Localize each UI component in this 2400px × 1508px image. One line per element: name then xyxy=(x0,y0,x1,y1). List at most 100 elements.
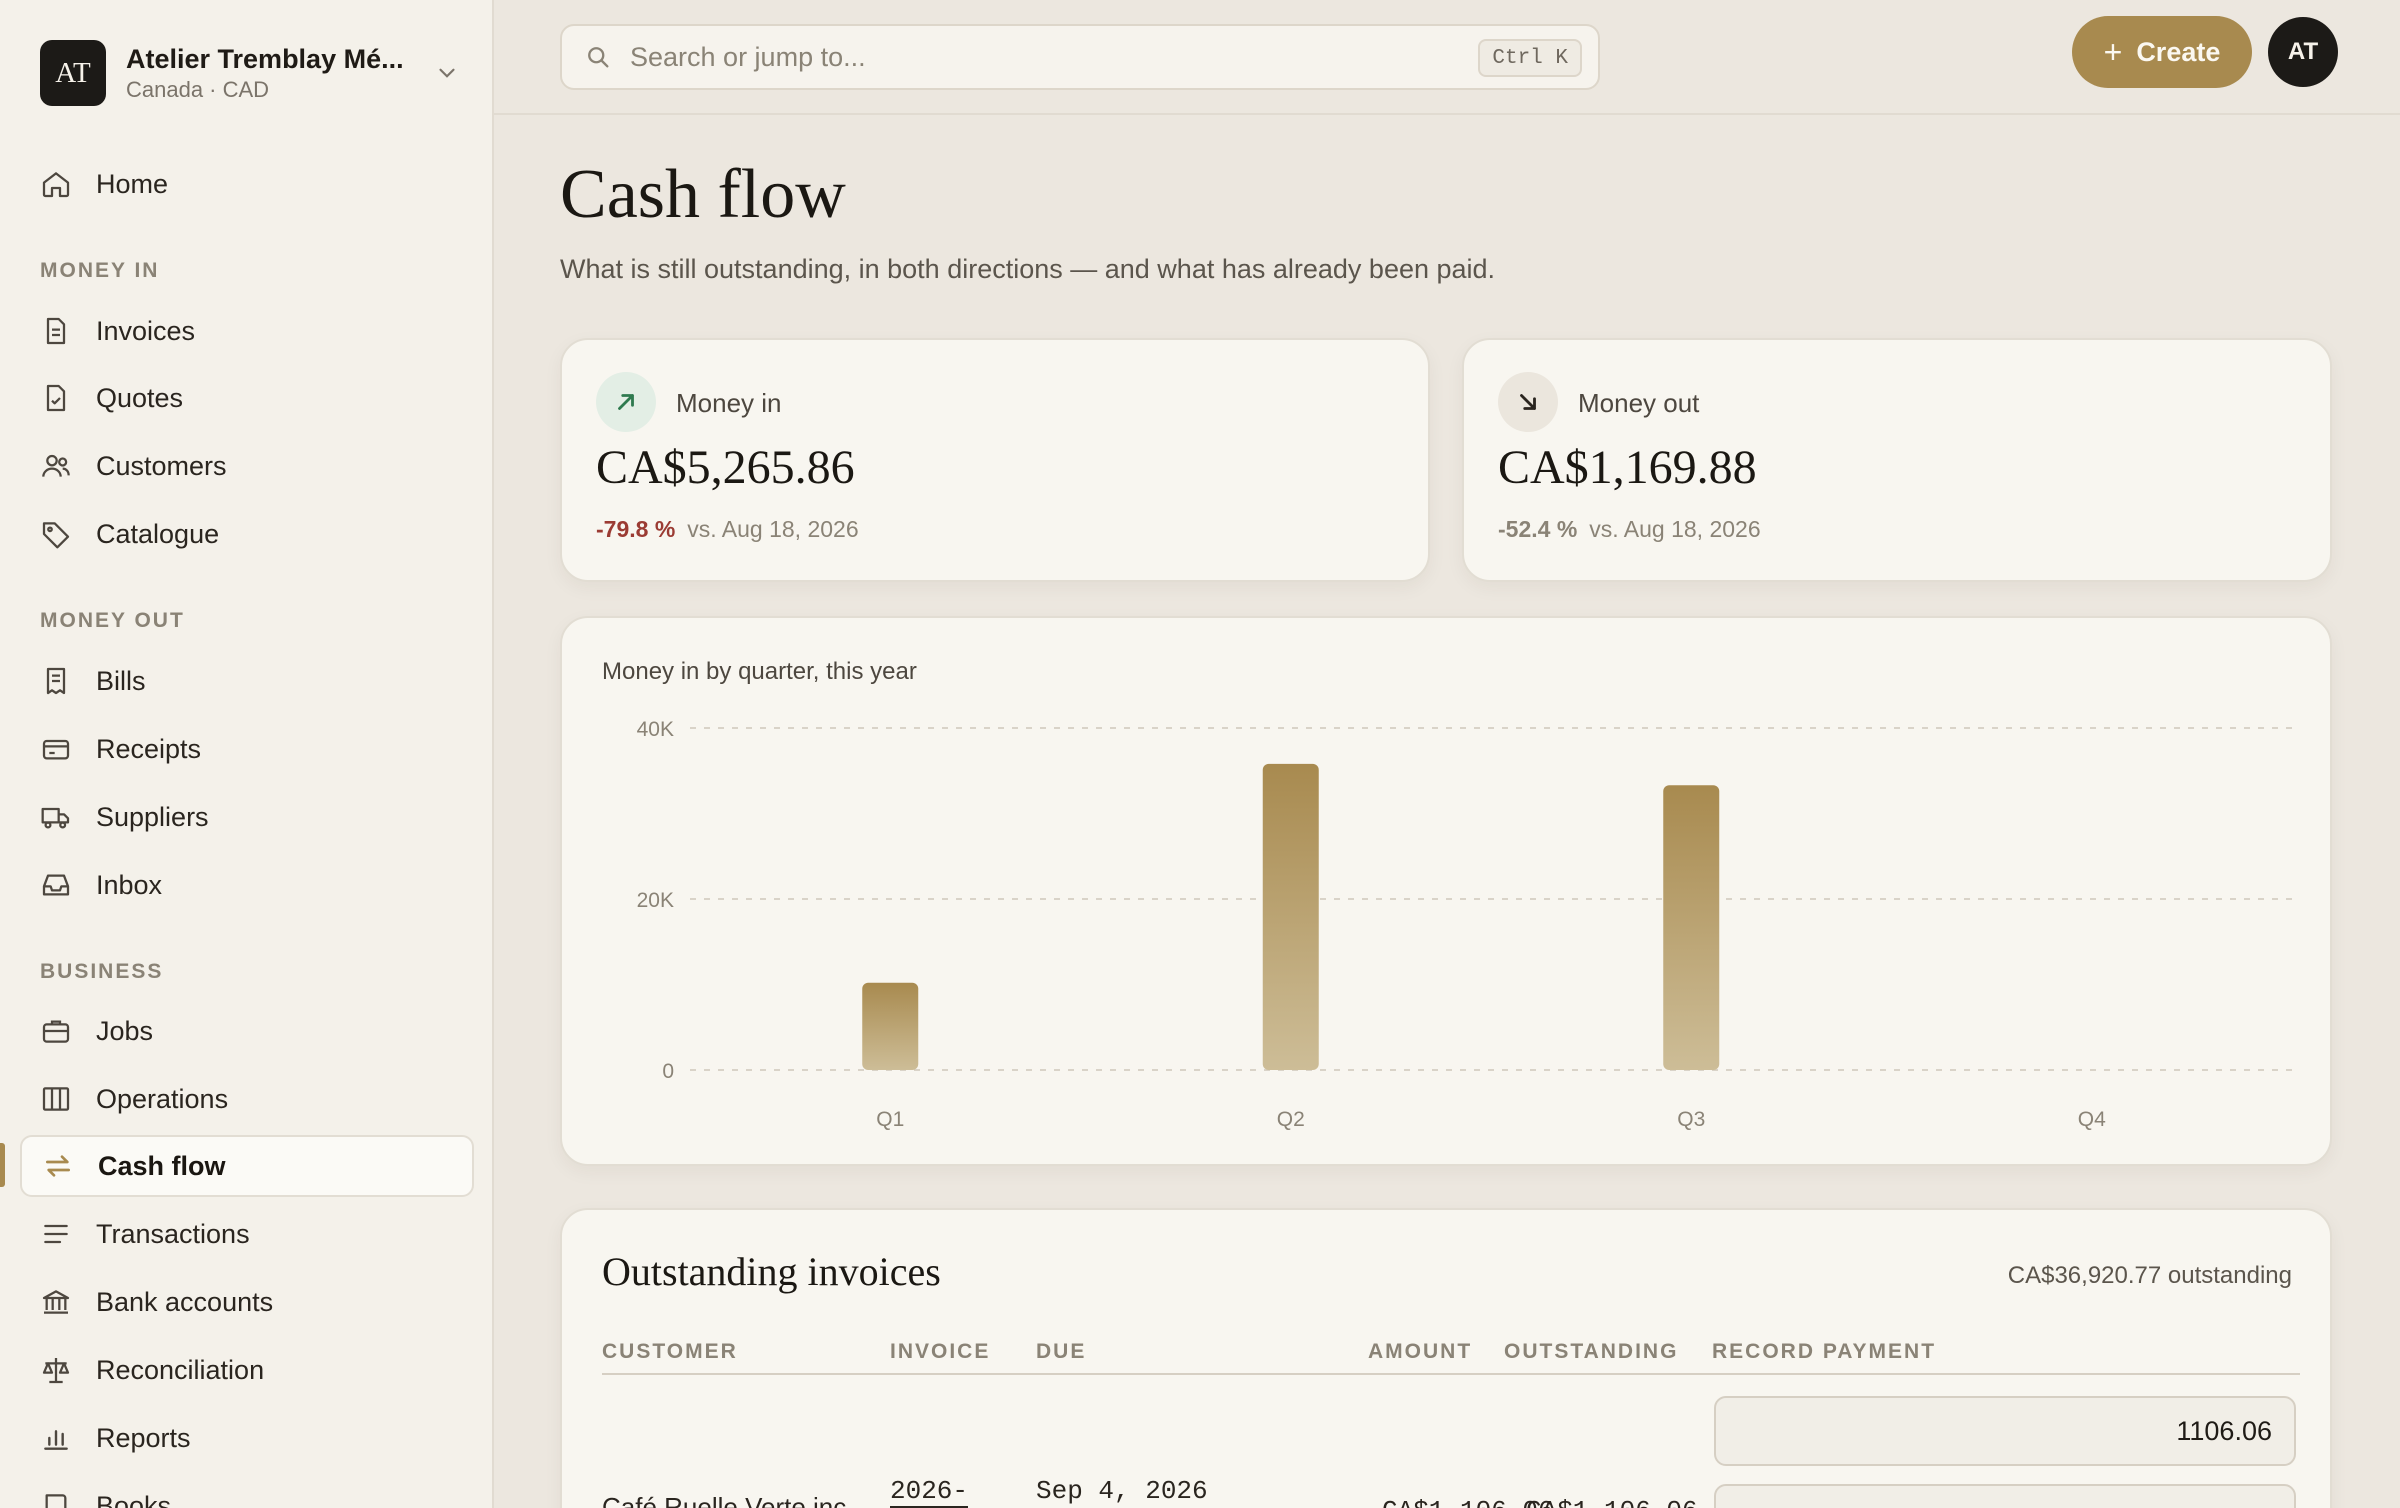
sidebar-item-catalogue[interactable]: Catalogue xyxy=(20,503,474,565)
sidebar-item-invoices[interactable]: Invoices xyxy=(20,300,474,362)
payment-amount-input[interactable] xyxy=(1714,1396,2296,1466)
create-button[interactable]: + Create xyxy=(2072,16,2252,88)
outstanding-invoices-card: Outstanding invoices CA$36,920.77 outsta… xyxy=(560,1208,2332,1508)
customer-name: Café Ruelle Verte inc. xyxy=(602,1492,854,1508)
truck-icon xyxy=(41,807,70,829)
sidebar-item-label: Operations xyxy=(96,1083,229,1114)
sidebar-item-quotes[interactable]: Quotes xyxy=(20,367,474,429)
kpi-delta: -52.4 % vs. Aug 18, 2026 xyxy=(1498,516,1761,543)
sidebar-item-receipts[interactable]: Receipts xyxy=(20,718,474,780)
bar-chart: 0 20K 40K Q1 Q2 Q3 Q4 xyxy=(637,718,2292,1131)
sidebar-item-transactions[interactable]: Transactions xyxy=(20,1203,474,1265)
list-icon xyxy=(44,1224,68,1244)
sidebar-item-books[interactable]: Books xyxy=(20,1475,474,1508)
tag-icon xyxy=(42,522,70,549)
kpi-label: Money out xyxy=(1578,388,1700,418)
arrow-up-right-icon xyxy=(596,372,656,432)
kpi-card-money-in: Money in CA$5,265.86 -79.8 % vs. Aug 18, … xyxy=(560,338,1430,582)
kpi-delta: -79.8 % vs. Aug 18, 2026 xyxy=(596,516,859,543)
sidebar-item-cash-flow[interactable]: Cash flow xyxy=(20,1135,474,1197)
sidebar-item-label: Bank accounts xyxy=(96,1286,274,1317)
column-header-amount: AMOUNT xyxy=(1368,1340,1473,1363)
sidebar-item-bills[interactable]: Bills xyxy=(20,650,474,712)
avatar[interactable]: AT xyxy=(2268,17,2338,87)
sidebar-item-operations[interactable]: Operations xyxy=(20,1068,474,1130)
chevron-down-icon xyxy=(439,68,455,78)
sidebar-item-jobs[interactable]: Jobs xyxy=(20,1000,474,1062)
document-check-icon xyxy=(46,384,66,412)
x-tick-label: Q2 xyxy=(1277,1108,1305,1131)
column-header-record-payment: RECORD PAYMENT xyxy=(1712,1340,1937,1363)
sidebar-item-label: Invoices xyxy=(96,315,196,346)
org-logo: AT xyxy=(40,40,106,106)
sidebar-item-label: Home xyxy=(96,168,169,199)
y-tick-label: 20K xyxy=(637,889,674,912)
sidebar: AT Atelier Tremblay Mé... Canada · CAD H… xyxy=(0,0,494,1508)
bar-q3[interactable] xyxy=(1663,785,1720,1070)
receipt-icon xyxy=(46,667,66,695)
x-tick-label: Q4 xyxy=(2078,1108,2106,1131)
invoice-outstanding: CA$1,106.06 xyxy=(1526,1496,1698,1508)
sidebar-item-label: Catalogue xyxy=(96,518,220,549)
users-icon xyxy=(42,454,70,477)
create-button-label: Create xyxy=(2136,36,2221,67)
page-subtitle: What is still outstanding, in both direc… xyxy=(560,254,1496,284)
chart-card: Money in by quarter, this year 0 20K 40K Q1… xyxy=(560,616,2332,1166)
kpi-compare: vs. Aug 18, 2026 xyxy=(1589,516,1761,542)
kpi-card-money-out: Money out CA$1,169.88 -52.4 % vs. Aug 18,… xyxy=(1462,338,2332,582)
credit-card-icon xyxy=(42,739,70,760)
sidebar-item-reports[interactable]: Reports xyxy=(20,1407,474,1469)
payment-date-input[interactable] xyxy=(1714,1484,2296,1508)
sidebar-item-home[interactable]: Home xyxy=(20,153,474,215)
search-bar[interactable]: Ctrl K xyxy=(560,24,1600,90)
home-icon xyxy=(42,172,70,198)
book-icon xyxy=(45,1494,67,1508)
sidebar-item-label: Customers xyxy=(96,450,227,481)
shortcut-hint: Ctrl K xyxy=(1478,39,1582,77)
kpi-label: Money in xyxy=(676,388,782,418)
kpi-compare: vs. Aug 18, 2026 xyxy=(687,516,859,542)
sidebar-item-label: Quotes xyxy=(96,382,184,413)
inbox-icon xyxy=(42,874,70,896)
outstanding-total: CA$36,920.77 outstanding xyxy=(2007,1262,2292,1289)
topbar: Ctrl K + Create AT xyxy=(494,0,2400,115)
columns-icon xyxy=(42,1087,70,1111)
search-input[interactable] xyxy=(630,41,1450,73)
x-tick-label: Q1 xyxy=(876,1108,904,1131)
kpi-delta-percent: -79.8 % xyxy=(596,516,676,542)
bank-icon xyxy=(42,1290,70,1314)
invoice-number: 2026- xyxy=(890,1476,969,1508)
org-region: Canada · CAD xyxy=(126,76,270,102)
org-switcher[interactable]: AT Atelier Tremblay Mé... Canada · CAD xyxy=(40,40,460,106)
briefcase-icon xyxy=(42,1020,70,1043)
invoice-number-link[interactable]: 2026- xyxy=(890,1476,969,1508)
bar-q2[interactable] xyxy=(1262,763,1319,1070)
section-title: Outstanding invoices xyxy=(602,1249,941,1294)
bar-chart-icon xyxy=(44,1430,68,1450)
sidebar-item-label: Reconciliation xyxy=(96,1354,265,1385)
bar-q1[interactable] xyxy=(862,982,919,1070)
header-divider xyxy=(602,1373,2300,1375)
org-name: Atelier Tremblay Mé... xyxy=(126,43,404,74)
sidebar-item-suppliers[interactable]: Suppliers xyxy=(20,786,474,848)
sidebar-item-label: Transactions xyxy=(96,1218,250,1249)
y-tick-label: 0 xyxy=(662,1060,674,1083)
sidebar-item-bank-accounts[interactable]: Bank accounts xyxy=(20,1271,474,1333)
page-title: Cash flow xyxy=(560,156,846,233)
arrow-down-right-icon xyxy=(1498,372,1558,432)
column-header-due: DUE xyxy=(1036,1340,1087,1363)
sidebar-item-inbox[interactable]: Inbox xyxy=(20,854,474,916)
sidebar-item-label: Receipts xyxy=(96,733,202,764)
sidebar-item-label: Jobs xyxy=(96,1015,154,1046)
kpi-delta-percent: -52.4 % xyxy=(1498,516,1578,542)
plus-icon: + xyxy=(2103,33,2123,70)
sidebar-item-reconciliation[interactable]: Reconciliation xyxy=(20,1339,474,1401)
arrows-exchange-icon xyxy=(46,1155,70,1177)
sidebar-item-customers[interactable]: Customers xyxy=(20,435,474,497)
document-icon xyxy=(46,317,66,345)
sidebar-item-label: Inbox xyxy=(96,869,163,900)
column-header-customer: CUSTOMER xyxy=(602,1340,738,1363)
search-icon xyxy=(588,47,609,68)
sidebar-item-label: Reports xyxy=(96,1422,191,1453)
sidebar-item-label: Bills xyxy=(96,665,146,696)
